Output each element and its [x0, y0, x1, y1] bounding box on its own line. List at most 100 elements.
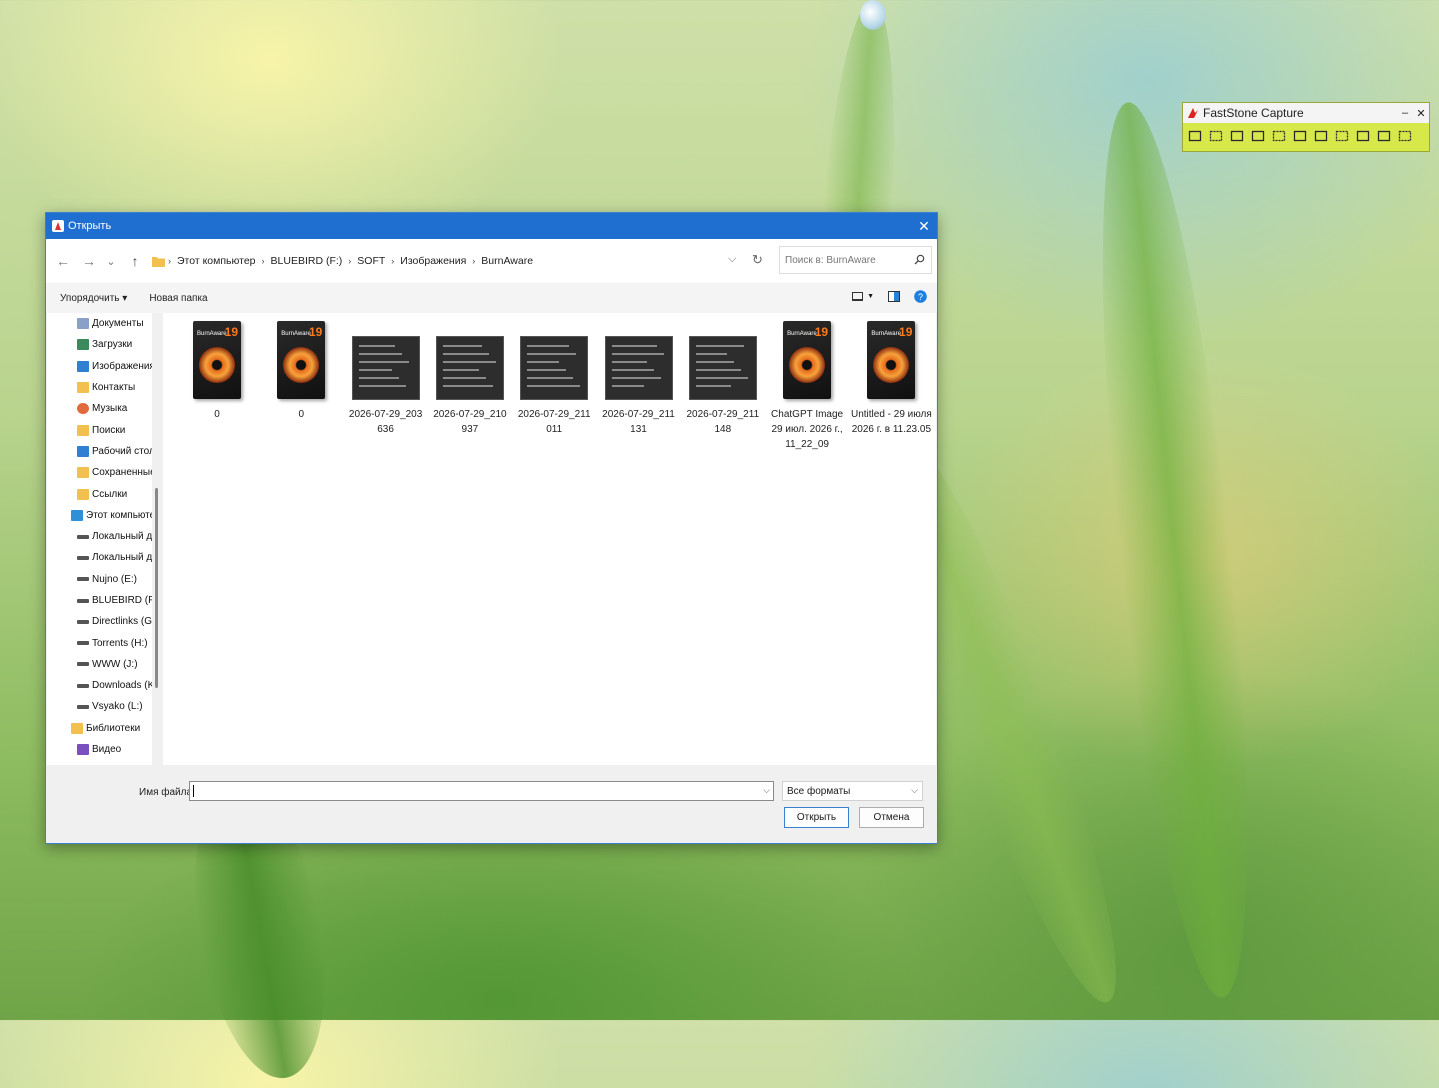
faststone-titlebar[interactable]: FastStone Capture – ✕	[1183, 103, 1429, 123]
navigation-scrollbar[interactable]	[155, 488, 158, 688]
sidebar-item[interactable]: Загрузки	[47, 334, 152, 355]
file-thumbnail-screenshot	[681, 321, 765, 403]
search-placeholder: Поиск в: BurnAware	[785, 254, 876, 266]
file-list[interactable]: BurnAware 19 0 BurnAware 19 0 2026-07-29_203 6…	[163, 313, 936, 765]
filename-label: Имя файла:	[139, 787, 195, 798]
sidebar-item-label: Поиски	[92, 424, 126, 436]
file-item[interactable]: BurnAware 19 0	[175, 321, 259, 422]
forward-button[interactable]: →	[78, 250, 100, 272]
sidebar-item-label: Документы	[92, 318, 144, 330]
settings-icon[interactable]	[1396, 127, 1413, 144]
chevron-right-icon: ›	[472, 256, 476, 266]
sidebar-item[interactable]: Downloads (K:	[47, 675, 152, 696]
sidebar-item[interactable]: Музыка	[47, 398, 152, 419]
breadcrumb-segment[interactable]: BLUEBIRD (F:)	[271, 255, 343, 267]
file-thumbnail-screenshot	[512, 321, 596, 403]
file-item[interactable]: BurnAware 19 ChatGPT Image 29 июл. 2026 г.…	[765, 321, 849, 452]
drive-icon	[77, 555, 89, 560]
timer-icon[interactable]	[1354, 127, 1371, 144]
sidebar-item[interactable]: Библиотеки	[47, 718, 152, 739]
file-item[interactable]: BurnAware 19 Untitled - 29 июля 2026 г. в …	[849, 321, 933, 437]
sidebar-item[interactable]: Ссылки	[47, 483, 152, 504]
breadcrumb-segment[interactable]: BurnAware	[481, 255, 533, 267]
drive-c-icon	[77, 534, 89, 539]
filename-input[interactable]: ⌵	[189, 781, 774, 801]
sidebar-item[interactable]: BLUEBIRD (F:)	[47, 590, 152, 611]
chevron-down-icon[interactable]: ⌵	[763, 785, 770, 796]
sidebar-item[interactable]: Локальный ди	[47, 547, 152, 568]
address-bar[interactable]: › Этот компьютер › BLUEBIRD (F:) › SOFT › Изоб…	[152, 246, 772, 276]
file-item[interactable]: 2026-07-29_211 148	[681, 321, 765, 437]
file-item[interactable]: 2026-07-29_210 937	[428, 321, 512, 437]
sidebar-item[interactable]: Поиски	[47, 419, 152, 440]
file-name: 2026-07-29_211 148	[686, 409, 760, 435]
chevron-right-icon: ›	[261, 256, 265, 266]
fixed-region-icon[interactable]	[1312, 127, 1329, 144]
file-item[interactable]: BurnAware 19 0	[259, 321, 343, 422]
sidebar-item[interactable]: Локальный ди	[47, 526, 152, 547]
organize-button[interactable]: Упорядочить ▾	[60, 293, 127, 304]
file-item[interactable]: 2026-07-29_203 636	[344, 321, 428, 437]
output-icon[interactable]	[1375, 127, 1392, 144]
navigation-pane[interactable]: Документы Загрузки Изображения Контакты Музы…	[47, 313, 152, 765]
drive-icon	[77, 662, 89, 667]
sidebar-item[interactable]: Сохраненные	[47, 462, 152, 483]
dialog-body: Документы Загрузки Изображения Контакты Музы…	[47, 313, 936, 765]
sidebar-item-label: Рабочий стол	[92, 445, 152, 457]
file-item[interactable]: 2026-07-29_211 131	[597, 321, 681, 437]
sidebar-item-label: WWW (J:)	[92, 658, 138, 670]
recent-locations-button[interactable]: ⌄	[100, 250, 122, 272]
freehand-capture-icon[interactable]	[1249, 127, 1266, 144]
drive-icon	[77, 619, 89, 624]
breadcrumb-segment[interactable]: SOFT	[357, 255, 385, 267]
back-button[interactable]: ←	[52, 250, 74, 272]
preview-pane-icon[interactable]	[888, 291, 900, 302]
sidebar-item[interactable]: Vsyako (L:)	[47, 696, 152, 717]
open-icon[interactable]	[1186, 127, 1203, 144]
close-button[interactable]: ✕	[1413, 107, 1429, 120]
search-input[interactable]: Поиск в: BurnAware	[779, 246, 932, 274]
breadcrumb-segment[interactable]: Этот компьютер	[177, 255, 256, 267]
refresh-icon[interactable]: ↻	[752, 252, 763, 268]
sidebar-item[interactable]: Документы	[47, 313, 152, 334]
video-record-icon[interactable]	[1333, 127, 1350, 144]
help-icon[interactable]: ?	[914, 290, 927, 303]
window-capture-icon[interactable]	[1207, 127, 1224, 144]
address-dropdown-icon[interactable]: ⌵	[728, 253, 736, 266]
water-drop	[860, 0, 886, 30]
dialog-close-button[interactable]: ✕	[911, 218, 937, 235]
up-button[interactable]: ↑	[124, 250, 146, 272]
rect-capture-icon[interactable]	[1228, 127, 1245, 144]
sidebar-item[interactable]: Nujno (E:)	[47, 569, 152, 590]
sidebar-item[interactable]: Рабочий стол	[47, 441, 152, 462]
file-name: 0	[298, 409, 305, 420]
new-folder-button[interactable]: Новая папка	[149, 293, 207, 304]
sidebar-item[interactable]: Torrents (H:)	[47, 632, 152, 653]
sidebar-item[interactable]: Directlinks (G:)	[47, 611, 152, 632]
sidebar-item-label: Видео	[92, 744, 122, 756]
minimize-button[interactable]: –	[1397, 107, 1413, 119]
open-button[interactable]: Открыть	[784, 807, 849, 828]
cancel-button[interactable]: Отмена	[859, 807, 924, 828]
file-name: 2026-07-29_210 937	[433, 409, 507, 435]
view-options-button[interactable]: ▼	[852, 291, 874, 302]
sidebar-item[interactable]: Этот компьютер	[47, 505, 152, 526]
file-name: 2026-07-29_211 011	[517, 409, 591, 435]
scrolling-capture-icon[interactable]	[1291, 127, 1308, 144]
folder-icon	[152, 256, 165, 267]
sidebar-item[interactable]: WWW (J:)	[47, 654, 152, 675]
file-item[interactable]: 2026-07-29_211 011	[512, 321, 596, 437]
app-icon	[52, 220, 64, 232]
sidebar-item[interactable]: Изображения	[47, 356, 152, 377]
folder-icon	[77, 424, 89, 436]
dialog-titlebar[interactable]: Открыть ✕	[46, 213, 937, 239]
breadcrumb-segment[interactable]: Изображения	[400, 255, 466, 267]
sidebar-item[interactable]: Видео	[47, 739, 152, 760]
filetype-select[interactable]: Все форматы ⌵	[782, 781, 923, 801]
sidebar-item-label: Контакты	[92, 382, 136, 394]
faststone-capture-window[interactable]: FastStone Capture – ✕	[1182, 102, 1430, 152]
sidebar-item-label: Этот компьютер	[86, 509, 152, 521]
sidebar-item[interactable]: Контакты	[47, 377, 152, 398]
sidebar-item-label: Directlinks (G:)	[92, 616, 152, 628]
fullscreen-capture-icon[interactable]	[1270, 127, 1287, 144]
